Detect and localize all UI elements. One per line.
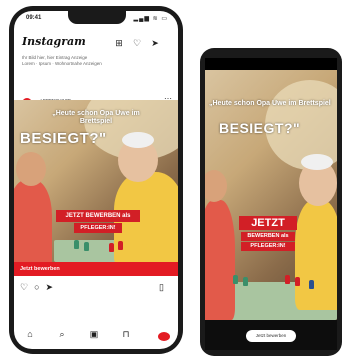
status-bar: 09:41 ▂▄▆ ≋ ▭ xyxy=(14,11,178,25)
heart-icon[interactable]: ♡ xyxy=(132,38,142,48)
ad-cta-badge-2: PFLEGER:IN! xyxy=(74,223,122,233)
ad-image-iphone[interactable]: „Heute schon Opa Uwe im Brettspiel BESIE… xyxy=(14,100,178,262)
ad-headline-big: BESIEGT?" xyxy=(219,120,301,136)
bottom-navigation: ⌂ ⌕ ▣ ⊓ xyxy=(14,326,178,344)
comment-icon[interactable]: ○ xyxy=(34,282,39,292)
header-icons: ⊞ ♡ ➤ xyxy=(114,33,174,48)
ad-cta-badge-3: PFLEGER:IN! xyxy=(241,242,295,251)
ad-cta-badge-2: BEWERBEN als xyxy=(241,232,295,241)
caregiver-head xyxy=(16,152,46,186)
status-time: 09:41 xyxy=(26,15,42,21)
ad-headline: „Heute schon Opa Uwe im Brettspiel xyxy=(52,110,140,125)
game-piece xyxy=(142,244,147,253)
home-icon[interactable]: ⌂ xyxy=(24,329,36,339)
bookmark-icon[interactable]: ▯ xyxy=(159,282,164,293)
apply-pill-button[interactable]: Jetzt bewerben xyxy=(246,330,296,342)
like-icon[interactable]: ♡ xyxy=(20,282,28,293)
ad-headline: „Heute schon Opa Uwe im Brettspiel xyxy=(209,100,331,107)
ad-cta-badge: JETZT xyxy=(239,216,297,230)
game-piece xyxy=(233,275,238,284)
game-piece xyxy=(84,242,89,251)
game-piece xyxy=(118,241,123,250)
feed-meta: Ihr Bild hier, hier Eintrag Anzeige Lore… xyxy=(22,55,172,67)
person-elderly xyxy=(295,200,337,310)
apply-button[interactable]: Jetzt bewerben xyxy=(14,262,178,276)
game-piece xyxy=(295,277,300,286)
android-screen: „Heute schon Opa Uwe im Brettspiel BESIE… xyxy=(205,58,337,320)
reels-icon[interactable]: ▣ xyxy=(88,329,100,340)
shop-icon[interactable]: ⊓ xyxy=(120,329,132,340)
meta-line-2: Lorem · Ipsum · Wohnortnahe Anzeigen xyxy=(22,61,102,66)
game-piece xyxy=(109,243,114,252)
game-piece xyxy=(309,280,314,289)
game-piece xyxy=(243,277,248,286)
ad-image-android[interactable]: „Heute schon Opa Uwe im Brettspiel BESIE… xyxy=(205,70,337,320)
elderly-hair xyxy=(122,132,154,148)
person-caregiver xyxy=(14,180,52,262)
post-actions: ♡ ○ ➤ ▯ xyxy=(20,282,170,294)
game-piece xyxy=(285,275,290,284)
send-icon[interactable]: ➤ xyxy=(150,38,160,48)
ad-cta-badge: JETZT BEWERBEN als xyxy=(56,210,140,222)
profile-avatar xyxy=(158,332,170,341)
instagram-logo[interactable]: Instagram xyxy=(22,35,86,48)
search-icon[interactable]: ⌕ xyxy=(56,329,68,340)
ad-headline-big: BESIEGT?" xyxy=(20,130,107,147)
person-caregiver xyxy=(205,200,235,320)
ad-cta-line-2: PFLEGER:IN! xyxy=(80,225,116,231)
share-icon[interactable]: ➤ xyxy=(46,282,54,293)
status-icons: ▂▄▆ ≋ ▭ xyxy=(133,16,168,22)
plus-square-icon[interactable]: ⊞ xyxy=(114,38,124,48)
ad-cta-line-1: JETZT BEWERBEN als xyxy=(65,213,131,219)
caregiver-head xyxy=(205,170,227,202)
game-piece xyxy=(74,240,79,249)
elderly-hair xyxy=(301,154,333,170)
